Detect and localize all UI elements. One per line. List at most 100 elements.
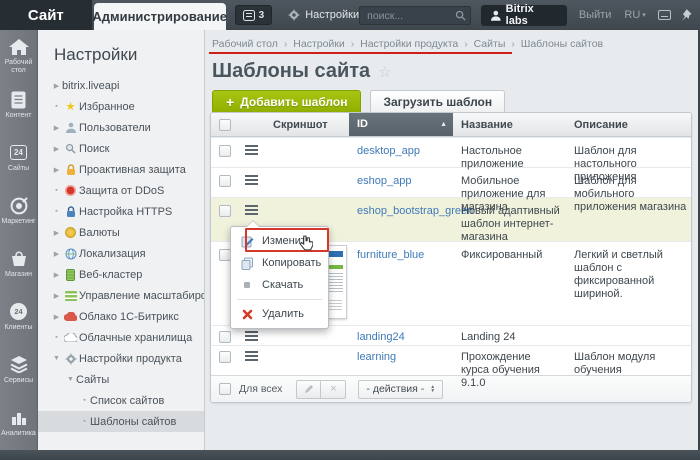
column-header-name[interactable]: Название [453,113,566,136]
notifications-button[interactable]: 3 [235,5,273,25]
annotation-rectangle [245,228,329,252]
scaling-icon [62,291,79,301]
context-menu-label: Копировать [262,257,321,269]
user-icon [491,10,501,21]
table-row-eshop-app[interactable]: eshop_app Мобильное приложение для магаз… [211,167,691,197]
template-description: Шаблон для мобильного приложения магазин… [566,168,693,197]
row-actions-menu-icon[interactable] [245,331,258,341]
pencil-icon [304,384,314,394]
context-menu-item-copy[interactable]: Копировать [231,252,328,274]
sidebar-item-search[interactable]: ▶ Поиск [38,138,204,159]
breadcrumb-link[interactable]: Настройки [293,38,345,50]
rail-item-content[interactable]: Контент [0,83,37,136]
rail-item-clients[interactable]: 24 Клиенты [0,295,37,348]
sidebar-item-localization[interactable]: ▶ Локализация [38,243,204,264]
row-actions-menu-icon[interactable] [245,145,258,155]
column-header-id[interactable]: ID▲ [349,113,453,136]
rail-item-services[interactable]: Сервисы [0,348,37,401]
select-all-checkbox[interactable] [219,119,231,131]
rail-item-marketing[interactable]: Маркетинг [0,189,37,242]
language-selector[interactable]: RU ▾ [624,9,645,21]
favorite-star-icon[interactable]: ☆ [378,63,391,81]
user-menu-button[interactable]: Bitrix labs [481,5,567,26]
template-id-link[interactable]: desktop_app [357,145,420,157]
row-checkbox[interactable] [219,145,231,157]
document-icon [11,91,26,109]
tab-admin[interactable]: Администрирование [94,3,226,30]
table-row-learning[interactable]: learning Прохождение курса обучения 9.1.… [211,345,691,375]
template-description [566,198,693,241]
breadcrumb-link[interactable]: Рабочий стол [212,38,278,50]
rail-item-store[interactable]: Магазин [0,242,37,295]
template-name: Фиксированный [453,242,566,325]
logout-link[interactable]: Выйти [579,9,612,21]
breadcrumb-separator: › [464,39,467,50]
rail-item-analytics[interactable]: Аналитика [0,401,37,450]
sidebar-item-site-list[interactable]: ▪ Список сайтов [38,390,204,411]
sidebar-item-users[interactable]: ▶ Пользователи [38,117,204,138]
column-header-description[interactable]: Описание [566,113,693,136]
table-row-desktop-app[interactable]: desktop_app Настольное приложение Шаблон… [211,137,691,167]
row-checkbox[interactable] [219,351,231,363]
row-actions-menu-icon[interactable] [245,205,258,215]
rail-label: Контент [0,112,38,120]
rail-item-desktop[interactable]: Рабочий стол [0,30,37,83]
template-id-link[interactable]: learning [357,351,396,363]
rail-label: Магазин [0,271,38,279]
sidebar-item-site-templates[interactable]: ▪ Шаблоны сайтов [38,411,204,432]
sidebar-item-ddos[interactable]: ▪ Защита от DDoS [38,180,204,201]
sidebar-item-product-settings[interactable]: ▼ Настройки продукта [38,348,204,369]
template-id-link[interactable]: eshop_app [357,175,411,187]
breadcrumb-link[interactable]: Настройки продукта [360,38,458,50]
context-menu-item-download[interactable]: Скачать [231,274,328,296]
page-title: Шаблоны сайта ☆ [212,60,392,83]
search-icon [62,143,79,154]
window-bottom-edge [0,450,700,460]
rail-label: Маркетинг [0,218,38,226]
row-actions-menu-icon[interactable] [245,175,258,185]
sidebar-item-bitrix-liveapi[interactable]: ▶ bitrix.liveapi [38,75,204,96]
sidebar-item-https[interactable]: ▪ Настройка HTTPS [38,201,204,222]
tab-site-label: Сайт [28,7,64,24]
module-rail: Рабочий стол Контент 24 Сайты Маркетинг … [0,30,38,450]
sidebar-item-cloud-1c[interactable]: ▶ Облако 1С-Битрикс [38,306,204,327]
desktop-app-icon[interactable] [658,10,672,20]
row-checkbox[interactable] [219,205,231,217]
template-id-link[interactable]: landing24 [357,331,405,343]
context-menu-item-delete[interactable]: Удалить [231,303,328,325]
row-actions-menu-icon[interactable] [245,351,258,361]
lock-blue-icon [62,206,79,218]
rail-item-sites[interactable]: 24 Сайты [0,136,37,189]
pin-icon[interactable] [681,9,692,21]
target-icon [10,197,28,215]
delete-selected-button[interactable]: × [321,380,346,399]
upload-template-label: Загрузить шаблон [383,95,492,109]
rail-label: Рабочий стол [0,59,38,75]
sidebar-item-scaling[interactable]: ▶ Управление масштабированием [38,285,204,306]
for-all-checkbox[interactable] [219,383,231,395]
template-id-link[interactable]: furniture_blue [357,249,424,261]
breadcrumb-link[interactable]: Шаблоны сайтов [521,38,603,50]
search-icon[interactable] [455,10,466,21]
breadcrumb-link[interactable]: Сайты [474,38,506,50]
column-header-screenshot[interactable]: Скриншот [265,113,349,136]
sidebar-item-web-cluster[interactable]: ▶ Веб-кластер [38,264,204,285]
template-description [566,326,693,345]
upload-template-button[interactable]: Загрузить шаблон [370,90,505,114]
sidebar-item-sites[interactable]: ▼ Сайты [38,369,204,390]
tab-site[interactable]: Сайт [0,0,92,30]
row-checkbox[interactable] [219,331,231,343]
breadcrumb-separator: › [511,39,514,50]
sidebar-item-favorites[interactable]: ▪ ★ Избранное [38,96,204,117]
context-menu-label: Скачать [262,279,303,291]
basket-icon [10,250,28,267]
topbar-settings-button[interactable]: Настройки [288,9,359,21]
add-template-button[interactable]: + Добавить шаблон [212,90,361,114]
edit-selected-button[interactable] [296,380,321,399]
clients-24-icon: 24 [10,303,27,320]
sidebar-item-currencies[interactable]: ▶ Валюты [38,222,204,243]
actions-dropdown[interactable]: - действия - ▲▼ [358,380,443,399]
sidebar-item-cloud-storage[interactable]: ▪ Облачные хранилища [38,327,204,348]
sidebar-item-proactive-protection[interactable]: ▶ Проактивная защита [38,159,204,180]
row-checkbox[interactable] [219,175,231,187]
